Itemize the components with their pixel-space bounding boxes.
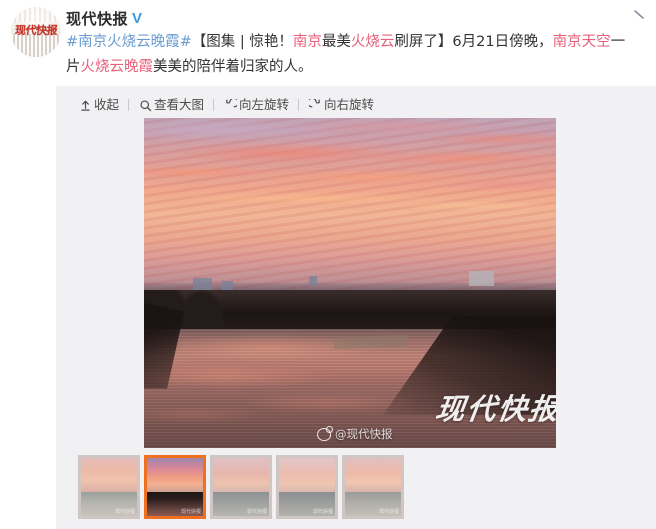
post-text-segment: 南京: [292, 34, 322, 50]
image-building: [308, 276, 318, 287]
image-toolbar: 收起 查看大图 向左旋转 向右旋转: [78, 95, 383, 115]
post-text-segment: 最美: [321, 34, 351, 50]
watermark-large: 现代快报: [433, 392, 556, 426]
avatar-top-texture: [11, 7, 61, 22]
thumbnail-item[interactable]: 现代快报: [210, 455, 272, 519]
thumbnail-sky: [81, 458, 137, 492]
main-image[interactable]: 现代快报 @现代快报: [144, 118, 556, 448]
watermark-small: @现代快报: [317, 425, 393, 442]
rotate-right-button-label: 向右旋转: [324, 97, 375, 112]
post-text-segment: 火烧云: [350, 34, 395, 50]
avatar-logo-text: 现代快报: [14, 24, 58, 37]
rotate-right-icon: [308, 98, 322, 112]
thumbnail-item[interactable]: 现代快报: [144, 455, 206, 519]
image-building: [469, 271, 495, 287]
thumbnail-item[interactable]: 现代快报: [276, 455, 338, 519]
post-text-segment: 火烧云晚霞: [80, 59, 154, 75]
search-icon: [138, 98, 152, 112]
thumbnail-watermark: 现代快报: [180, 509, 201, 515]
post-text-segment: 【图集 | 惊艳！: [191, 34, 293, 50]
post-text-segment: 6月21日傍晚，: [452, 34, 553, 50]
thumbnail-sky: [147, 458, 203, 492]
rotate-right-button[interactable]: 向右旋转: [299, 96, 383, 114]
author-nickname[interactable]: 现代快报: [66, 8, 128, 29]
view-large-button[interactable]: 查看大图: [129, 96, 213, 114]
collapse-button-label: 收起: [94, 97, 120, 112]
post-text-segment: 南京天空: [552, 34, 611, 50]
view-large-button-label: 查看大图: [154, 97, 205, 112]
thumbnail-strip: 现代快报 现代快报 现代快报 现代快报 现代快报: [78, 455, 404, 519]
thumbnail-watermark: 现代快报: [378, 509, 399, 515]
post-header: 现代快报 现代快报 V #南京火烧云晚霞#【图集 | 惊艳！南京最美火烧云刷屏了…: [0, 0, 656, 75]
post-text-segment: 刷屏了】: [394, 34, 453, 50]
thumbnail-item[interactable]: 现代快报: [78, 455, 140, 519]
thumbnail-watermark: 现代快报: [312, 509, 333, 515]
avatar[interactable]: 现代快报: [11, 7, 61, 57]
media-panel: 收起 查看大图 向左旋转 向右旋转 现代快报 @现代快报 现代快报 现代快报 现代快报 现代…: [56, 86, 656, 529]
thumbnail-item[interactable]: 现代快报: [342, 455, 404, 519]
post-text: #南京火烧云晚霞#【图集 | 惊艳！南京最美火烧云刷屏了】6月21日傍晚，南京天…: [66, 30, 638, 80]
author-row: 现代快报 V: [66, 8, 142, 29]
thumbnail-sky: [345, 458, 401, 492]
image-boat: [333, 334, 408, 349]
weibo-post-card: 现代快报 现代快报 V #南京火烧云晚霞#【图集 | 惊艳！南京最美火烧云刷屏了…: [0, 0, 656, 529]
thumbnail-sky: [213, 458, 269, 492]
chevron-down-icon[interactable]: [630, 6, 648, 24]
post-text-segment: 美美的陪伴着归家的人。: [153, 59, 313, 75]
post-hashtag[interactable]: #南京火烧云晚霞#: [66, 34, 192, 50]
thumbnail-watermark: 现代快报: [114, 509, 135, 515]
verified-badge-icon: V: [132, 10, 143, 27]
weibo-logo-icon: [317, 425, 334, 441]
image-clouds: [144, 118, 556, 293]
collapse-up-icon: [78, 98, 92, 112]
collapse-button[interactable]: 收起: [78, 96, 128, 114]
thumbnail-watermark: 现代快报: [246, 509, 267, 515]
rotate-left-icon: [223, 98, 237, 112]
rotate-left-button-label: 向左旋转: [239, 97, 290, 112]
rotate-left-button[interactable]: 向左旋转: [214, 96, 298, 114]
thumbnail-sky: [279, 458, 335, 492]
watermark-small-label: @现代快报: [335, 427, 393, 441]
